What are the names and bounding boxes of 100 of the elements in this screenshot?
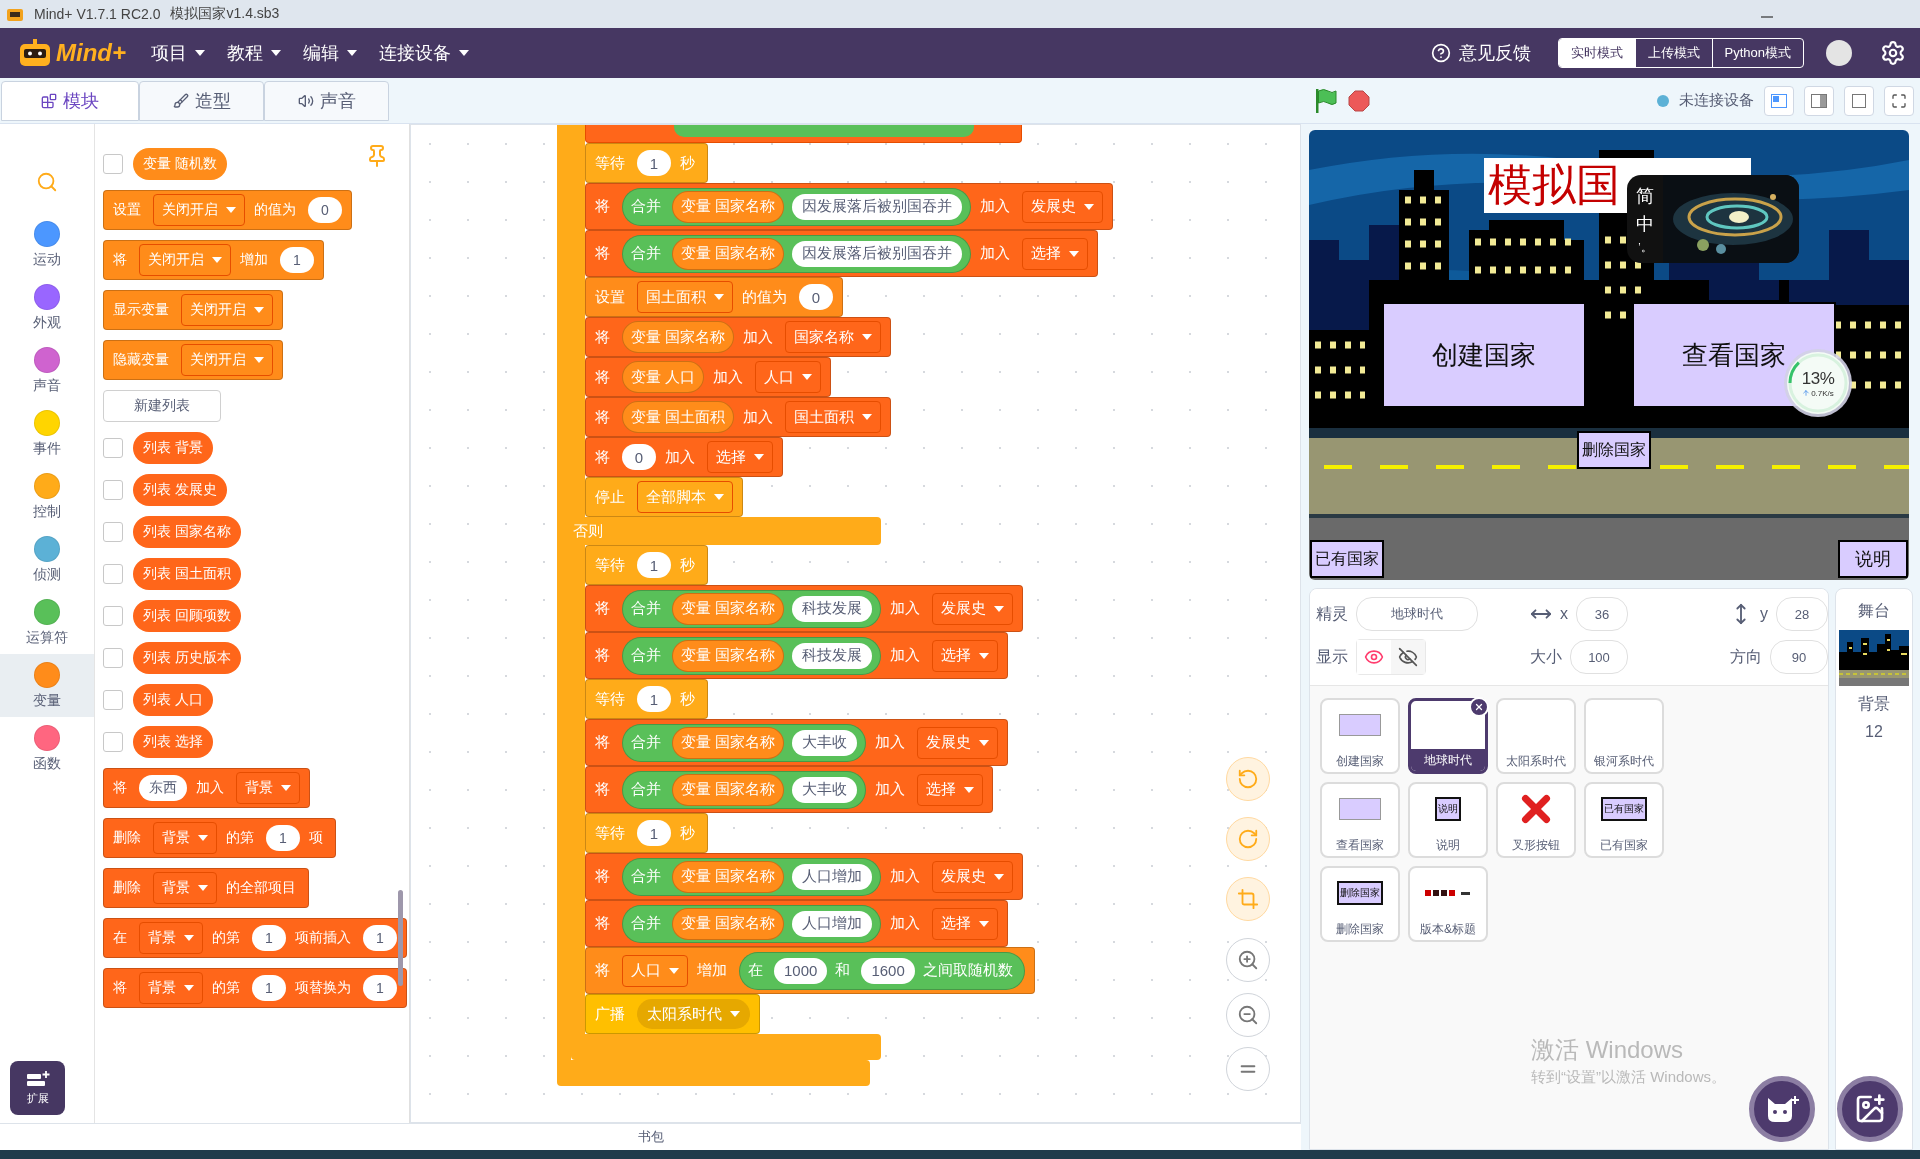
reset-zoom-button[interactable]	[1226, 1047, 1270, 1091]
mode-button[interactable]: 实时模式	[1558, 39, 1635, 67]
text-input[interactable]: 因发展落后被别国吞并	[792, 240, 963, 267]
number-input[interactable]: 0	[799, 284, 833, 310]
layout-button[interactable]	[1804, 85, 1834, 116]
operator-reporter[interactable]: 在 1000 和 1600 之间取随机数	[739, 951, 1025, 990]
category-item[interactable]: 声音	[0, 339, 94, 402]
text-input[interactable]: 人口增加	[792, 910, 873, 937]
checkbox[interactable]	[103, 480, 123, 500]
operator-reporter[interactable]: 合并 变量 国家名称 科技发展	[622, 636, 882, 675]
code-block[interactable]: 将 合并 变量 国家名称 科技发展 加入 选择	[585, 632, 1009, 679]
extension-button[interactable]: 扩展	[10, 1061, 65, 1115]
number-input[interactable]: 1600	[861, 957, 915, 984]
flag-icon[interactable]	[1314, 87, 1338, 114]
sprite-tile[interactable]: 创建国家	[1320, 698, 1400, 774]
avatar[interactable]	[1826, 40, 1852, 66]
size-field[interactable]: 100	[1570, 640, 1628, 674]
operator-reporter[interactable]: 合并 变量 国家名称 大丰收	[622, 770, 867, 809]
number-input[interactable]: 0	[622, 444, 656, 470]
menu-item[interactable]: 连接设备	[368, 28, 480, 78]
settings-icon[interactable]	[1880, 40, 1906, 66]
checkbox[interactable]	[103, 648, 123, 668]
checkbox[interactable]	[103, 732, 123, 752]
text-input[interactable]: 科技发展	[792, 642, 873, 669]
code-block[interactable]: 在 背景 的第 1 项前插入 1	[103, 918, 407, 958]
category-item[interactable]: 事件	[0, 402, 94, 465]
code-block[interactable]: 将 合并 变量 国家名称 科技发展 加入 发展史	[585, 585, 1024, 632]
number-input[interactable]: 1	[363, 975, 397, 1001]
layout-button[interactable]	[1844, 85, 1874, 116]
operator-reporter[interactable]: 合并 变量 国家名称 因发展落后被别国吞并	[622, 187, 972, 226]
category-item[interactable]: 侦测	[0, 528, 94, 591]
code-block[interactable]: 将 合并 变量 国家名称 大丰收 加入 发展史	[585, 719, 1009, 766]
sprite-tile[interactable]: 银河系时代	[1584, 698, 1664, 774]
code-block[interactable]: 等待 1 秒	[585, 679, 708, 719]
code-block[interactable]: 等待 1 秒	[585, 143, 708, 183]
code-block[interactable]: 将 合并 变量 国家名称 人口增加 加入 发展史	[585, 853, 1024, 900]
fullscreen-button[interactable]	[1884, 85, 1914, 116]
crop-button[interactable]	[1226, 877, 1270, 921]
sprite-tile[interactable]: 查看国家	[1320, 782, 1400, 858]
tab[interactable]: 造型	[139, 81, 264, 121]
number-input[interactable]: 1	[637, 150, 671, 176]
category-item[interactable]: 函数	[0, 717, 94, 780]
text-input[interactable]: 科技发展	[792, 595, 873, 622]
sprite-tile[interactable]: 版本&标题	[1408, 866, 1488, 942]
sprite-name-field[interactable]: 地球时代	[1356, 597, 1478, 631]
sprite-tile[interactable]: 叉形按钮	[1496, 782, 1576, 858]
mode-button[interactable]: Python模式	[1711, 39, 1803, 67]
new-list-button[interactable]: 新建列表	[103, 390, 221, 422]
code-block[interactable]: 将 东西 加入 背景	[103, 768, 310, 808]
code-block[interactable]: 将 关闭开启 增加 1	[103, 240, 324, 280]
code-block[interactable]: 等待 1 秒	[585, 813, 708, 853]
text-input[interactable]: 大丰收	[792, 776, 858, 803]
close-icon[interactable]	[1469, 697, 1489, 717]
category-item[interactable]: 变量	[0, 654, 94, 717]
redo-button[interactable]	[1226, 817, 1270, 861]
hide-button[interactable]	[1391, 640, 1425, 674]
operator-reporter[interactable]: 合并 变量 国家名称 因发展落后被别国吞并	[622, 234, 972, 273]
operator-reporter[interactable]: 合并 变量 国家名称 人口增加	[622, 857, 882, 896]
text-input[interactable]: 大丰收	[792, 729, 858, 756]
number-input[interactable]: 1	[637, 686, 671, 712]
checkbox[interactable]	[103, 606, 123, 626]
code-block[interactable]: 将 合并 变量 国家名称 人口增加 加入 选择	[585, 900, 1009, 947]
scrollbar-thumb[interactable]	[398, 890, 403, 986]
checkbox[interactable]	[103, 564, 123, 584]
operator-reporter[interactable]: 合并 变量 国家名称 人口增加	[622, 904, 882, 943]
backpack-label[interactable]: 书包	[638, 1128, 664, 1146]
checkbox[interactable]	[103, 522, 123, 542]
zoom-in-button[interactable]	[1226, 938, 1270, 982]
number-input[interactable]: 1	[266, 825, 300, 851]
code-block[interactable]: 设置 关闭开启 的值为 0	[103, 190, 352, 230]
code-block[interactable]: 将 背景 的第 1 项替换为 1	[103, 968, 407, 1008]
number-input[interactable]: 1	[252, 975, 286, 1001]
code-block[interactable]: 将 人口 增加 在 1000 和 1600 之间取随机数	[585, 947, 1035, 994]
layout-button[interactable]	[1764, 85, 1794, 116]
sprite-tile[interactable]: 说明 说明	[1408, 782, 1488, 858]
code-block[interactable]: 将 0 加入 选择	[585, 437, 783, 477]
checkbox[interactable]	[103, 438, 123, 458]
category-item[interactable]: 外观	[0, 276, 94, 339]
text-input[interactable]: 人口增加	[792, 863, 873, 890]
feedback-button[interactable]: 意见反馈	[1419, 28, 1542, 78]
code-block[interactable]	[585, 125, 1022, 143]
sprite-tile[interactable]: 地球时代	[1408, 698, 1488, 774]
direction-field[interactable]: 90	[1770, 640, 1828, 674]
number-input[interactable]: 1	[280, 247, 314, 273]
mode-button[interactable]: 上传模式	[1634, 39, 1712, 67]
x-field[interactable]: 36	[1576, 597, 1628, 631]
checkbox[interactable]	[103, 154, 123, 174]
text-input[interactable]: 东西	[139, 775, 187, 801]
number-input[interactable]: 1	[637, 820, 671, 846]
code-block[interactable]: 将 合并 变量 国家名称 因发展落后被别国吞并 加入 发展史	[585, 183, 1114, 230]
code-block[interactable]: 将 合并 变量 国家名称 大丰收 加入 选择	[585, 766, 994, 813]
number-input[interactable]: 0	[308, 197, 342, 223]
tab[interactable]: 声音	[264, 81, 389, 121]
sprite-tile[interactable]: 删除国家 删除国家	[1320, 866, 1400, 942]
zoom-out-button[interactable]	[1226, 993, 1270, 1037]
number-input[interactable]: 1000	[774, 957, 828, 984]
y-field[interactable]: 28	[1776, 597, 1828, 631]
number-input[interactable]: 1	[252, 925, 286, 951]
code-block[interactable]: 等待 1 秒	[585, 545, 708, 585]
sprite-tile[interactable]: 已有国家 已有国家	[1584, 782, 1664, 858]
